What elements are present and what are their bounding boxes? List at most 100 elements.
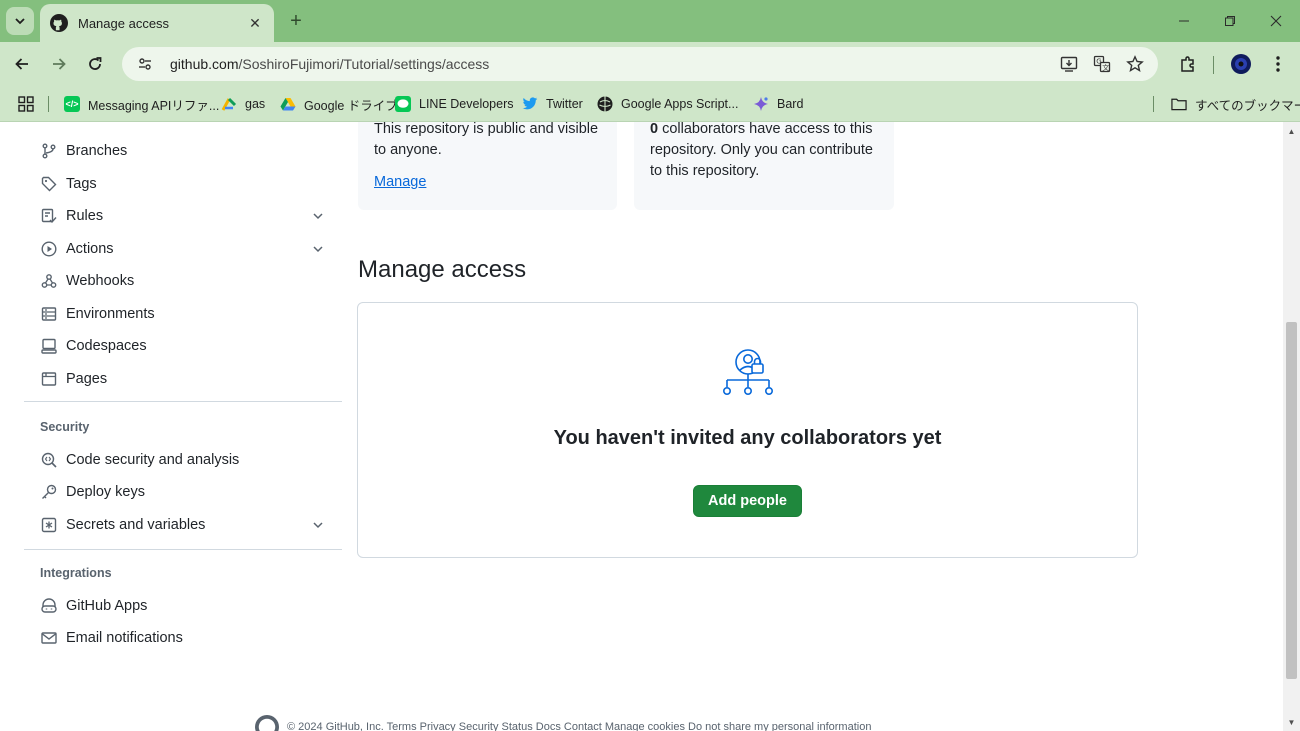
forward-arrow-icon[interactable]: [47, 52, 71, 76]
back-arrow-icon[interactable]: [10, 52, 34, 76]
scrollbar-thumb[interactable]: [1286, 322, 1297, 679]
add-people-button[interactable]: Add people: [693, 485, 802, 517]
bookmark-label: Bard: [777, 97, 804, 111]
sidebar-item-label: Deploy keys: [66, 484, 145, 500]
bookmark-separator: [48, 96, 49, 112]
sidebar-item-tags[interactable]: Tags: [24, 169, 342, 199]
install-app-icon[interactable]: [1058, 53, 1080, 75]
github-footer-logo-icon[interactable]: [255, 715, 279, 731]
page-footer: © 2024 GitHub, Inc. Terms Privacy Securi…: [255, 715, 871, 731]
bookmarks-bar: </> Messaging APIリファ... gas Google ドライブ …: [0, 86, 1300, 122]
sidebar-item-deploy-keys[interactable]: Deploy keys: [24, 477, 342, 507]
svg-text:G: G: [1096, 58, 1101, 66]
bookmark-separator: [1153, 96, 1154, 112]
chevron-down-icon: [313, 213, 323, 220]
github-logo-icon: [50, 14, 68, 32]
gas-icon: [221, 96, 237, 112]
direct-access-card: 0 collaborators have access to this repo…: [634, 122, 894, 210]
svg-text:文: 文: [1102, 63, 1109, 72]
sidebar-item-codespaces[interactable]: Codespaces: [24, 331, 342, 361]
sidebar-item-secrets[interactable]: Secrets and variables: [24, 510, 342, 540]
apps-grid-icon[interactable]: [18, 94, 34, 114]
bookmark-label: LINE Developers: [419, 97, 514, 111]
google-drive-icon: [280, 96, 296, 112]
sidebar-item-label: GitHub Apps: [66, 598, 148, 614]
bookmark-bard[interactable]: Bard: [753, 94, 803, 114]
sidebar-item-branches[interactable]: Branches: [24, 136, 342, 166]
sidebar-item-github-apps[interactable]: GitHub Apps: [24, 591, 342, 621]
bookmark-messaging-api[interactable]: </> Messaging APIリファ...: [64, 94, 219, 114]
profile-avatar[interactable]: [1229, 52, 1253, 76]
github-settings-page: Branches Tags Rules Actions Webhooks Env…: [0, 122, 1300, 731]
visibility-description: This repository is public and visible to…: [374, 122, 599, 158]
sidebar-item-rules[interactable]: Rules: [24, 201, 342, 231]
minimize-icon[interactable]: [1173, 10, 1195, 32]
chevron-down-icon: [313, 522, 323, 529]
tab-search-button[interactable]: [6, 7, 34, 35]
tag-icon: [40, 175, 58, 193]
line-api-icon: </>: [64, 96, 80, 112]
browser-toolbar: github.com/SoshiroFujimori/Tutorial/sett…: [0, 42, 1300, 86]
apps-script-icon: [597, 96, 613, 112]
bookmark-gas[interactable]: gas: [221, 94, 265, 114]
sidebar-item-webhooks[interactable]: Webhooks: [24, 266, 342, 296]
sidebar-item-email-notifications[interactable]: Email notifications: [24, 623, 342, 653]
new-tab-button[interactable]: +: [284, 9, 308, 33]
github-apps-icon: [40, 597, 58, 615]
bookmark-label: すべてのブックマーク: [1195, 98, 1300, 113]
bookmark-line-developers[interactable]: LINE Developers: [395, 94, 514, 114]
codescan-icon: [40, 451, 58, 469]
collaborators-empty-state: You haven't invited any collaborators ye…: [357, 302, 1138, 558]
browser-menu-icon[interactable]: [1266, 52, 1290, 76]
tab-close-icon[interactable]: ✕: [246, 15, 264, 32]
bookmark-google-drive[interactable]: Google ドライブ: [280, 94, 398, 114]
sidebar-item-environments[interactable]: Environments: [24, 299, 342, 329]
page-scrollbar[interactable]: ▲ ▼: [1283, 122, 1300, 731]
sidebar-item-label: Branches: [66, 143, 128, 159]
sidebar-item-label: Pages: [66, 371, 108, 387]
tab-title: Manage access: [78, 15, 170, 31]
manage-visibility-link[interactable]: Manage: [374, 174, 426, 190]
sidebar-item-pages[interactable]: Pages: [24, 364, 342, 394]
sidebar-item-label: Webhooks: [66, 273, 135, 289]
all-bookmarks-folder[interactable]: すべてのブックマーク: [1171, 94, 1300, 114]
browser-tabstrip: Manage access ✕ +: [0, 0, 1300, 42]
sidebar-divider: [24, 401, 342, 402]
branch-icon: [40, 142, 58, 160]
sidebar-item-code-security[interactable]: Code security and analysis: [24, 445, 342, 475]
sidebar-item-label: Code security and analysis: [66, 452, 240, 468]
sidebar-item-actions[interactable]: Actions: [24, 234, 342, 264]
secret-icon: [40, 516, 58, 534]
folder-icon: [1171, 96, 1187, 112]
visibility-card: This repository is public and visible to…: [358, 122, 617, 210]
collaborators-summary: 0 collaborators have access to this repo…: [650, 122, 886, 182]
address-bar[interactable]: github.com/SoshiroFujimori/Tutorial/sett…: [122, 47, 1158, 81]
bookmark-twitter[interactable]: Twitter: [522, 94, 583, 114]
sidebar-group-security: Security: [40, 420, 90, 434]
rules-icon: [40, 207, 58, 225]
reload-icon[interactable]: [83, 52, 107, 76]
bookmark-label: gas: [245, 97, 266, 111]
toolbar-divider: [1213, 56, 1214, 74]
bookmark-label: Messaging APIリファ...: [88, 98, 220, 113]
extensions-puzzle-icon[interactable]: [1176, 52, 1200, 76]
translate-icon[interactable]: G文: [1091, 53, 1113, 75]
sidebar-item-label: Codespaces: [66, 338, 147, 354]
scroll-down-arrow-icon[interactable]: ▼: [1283, 715, 1300, 729]
bookmark-apps-script[interactable]: Google Apps Script...: [597, 94, 738, 114]
sidebar-item-label: Tags: [66, 176, 97, 192]
sidebar-divider: [24, 549, 342, 550]
key-icon: [40, 483, 58, 501]
url-text: github.com/SoshiroFujimori/Tutorial/sett…: [170, 56, 490, 72]
active-tab[interactable]: Manage access ✕: [40, 4, 274, 42]
sidebar-item-label: Email notifications: [66, 630, 183, 646]
footer-links[interactable]: © 2024 GitHub, Inc. Terms Privacy Securi…: [287, 721, 871, 731]
bookmark-star-icon[interactable]: [1124, 53, 1146, 75]
site-info-icon[interactable]: [134, 53, 156, 75]
sidebar-item-label: Environments: [66, 306, 155, 322]
mail-icon: [40, 629, 58, 647]
scroll-up-arrow-icon[interactable]: ▲: [1283, 124, 1300, 138]
close-window-icon[interactable]: [1265, 10, 1287, 32]
restore-icon[interactable]: [1219, 10, 1241, 32]
codespaces-icon: [40, 337, 58, 355]
